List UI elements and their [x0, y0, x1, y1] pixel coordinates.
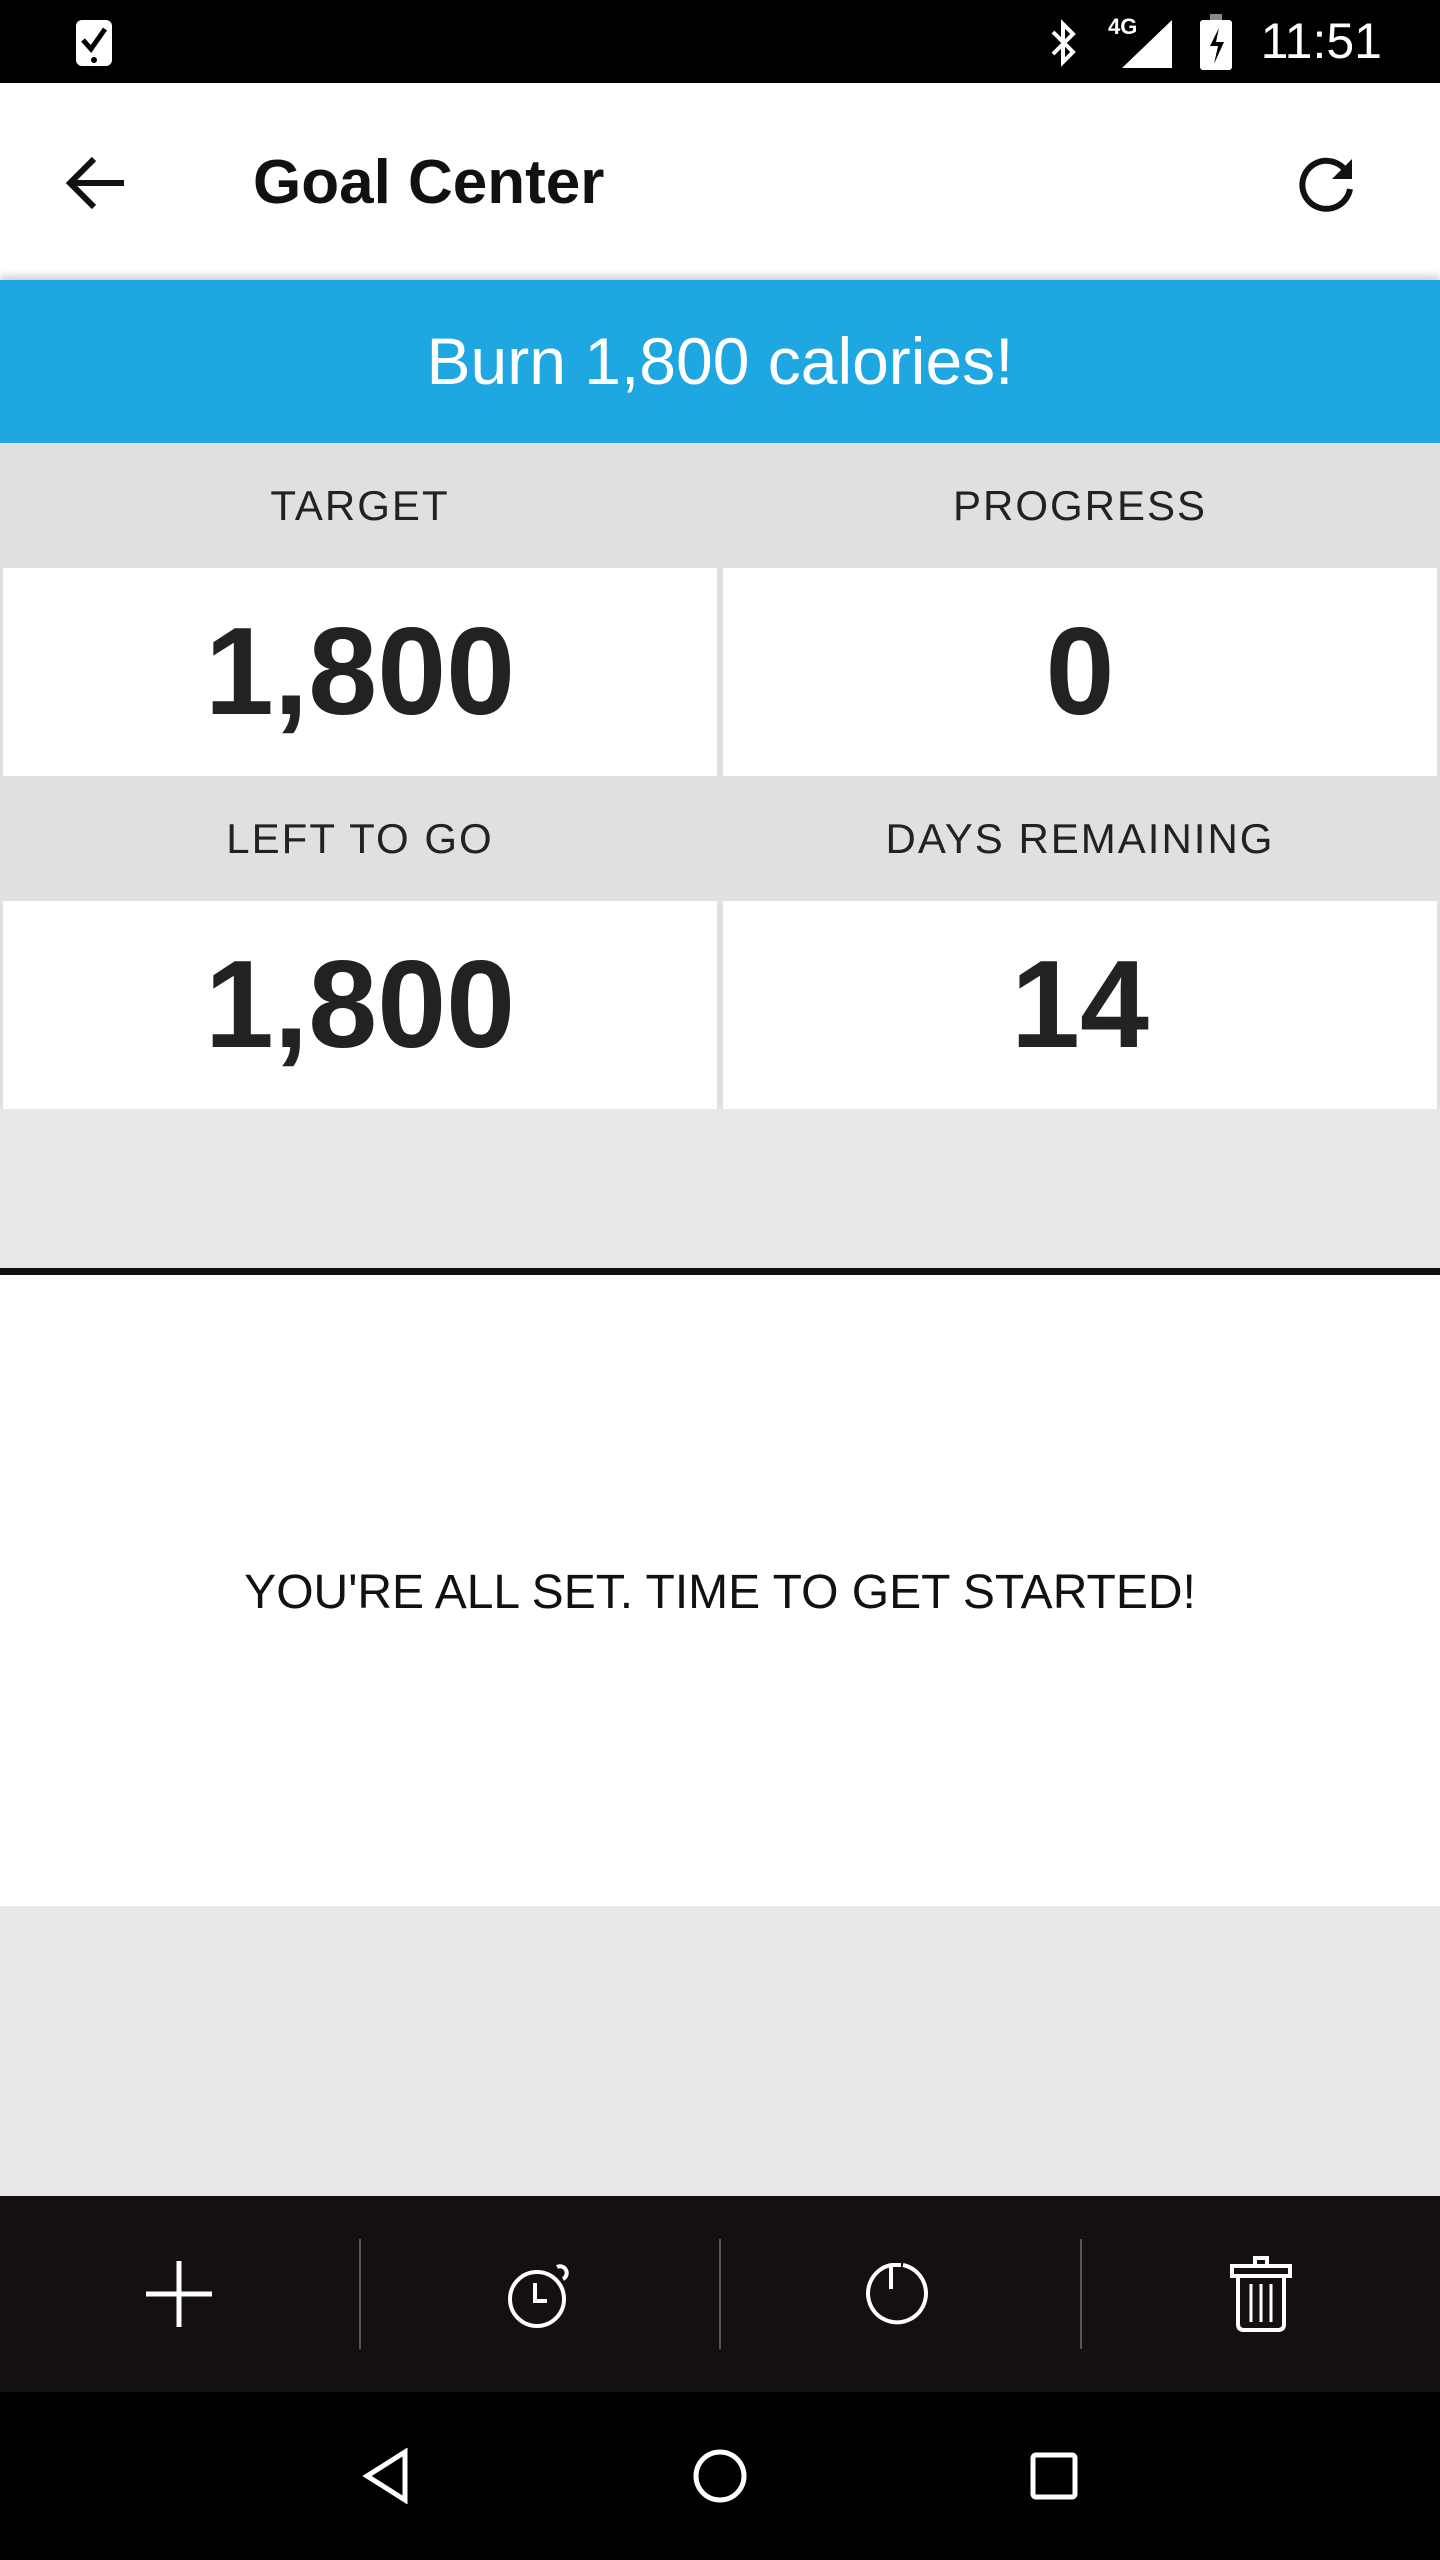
timer-icon: [507, 2264, 569, 2328]
target-value: 1,800: [3, 568, 717, 776]
delete-button[interactable]: [1082, 2196, 1440, 2392]
progress-label: PROGRESS: [952, 482, 1208, 529]
trash-icon: [1229, 2256, 1292, 2332]
recents-icon[interactable]: [1029, 2451, 1079, 2501]
activity-panel: YOU'RE ALL SET. TIME TO GET STARTED!: [0, 1275, 1440, 1906]
left-to-go-label: LEFT TO GO: [226, 815, 494, 862]
clock: 11:51: [1260, 13, 1382, 69]
page-title: Goal Center: [253, 148, 605, 217]
back-arrow-icon[interactable]: [64, 153, 128, 213]
reset-icon: [866, 2263, 929, 2325]
empty-state-message: YOU'RE ALL SET. TIME TO GET STARTED!: [244, 1566, 1196, 1619]
plus-icon: [146, 2261, 213, 2327]
left-to-go-value: 1,800: [3, 901, 717, 1109]
battery-charging-icon: [1200, 14, 1232, 70]
back-icon[interactable]: [361, 2448, 411, 2504]
navigation-bar: [0, 2392, 1440, 2560]
divider: [0, 1268, 1440, 1275]
target-label: TARGET: [270, 482, 450, 529]
bottom-toolbar: [0, 2196, 1440, 2392]
days-remaining-label: DAYS REMAINING: [885, 815, 1275, 862]
reset-button[interactable]: [721, 2196, 1080, 2392]
status-bar: 4G 11:51: [0, 0, 1440, 83]
add-button[interactable]: [0, 2196, 359, 2392]
days-remaining-value: 14: [723, 901, 1437, 1109]
task-check-icon: [76, 20, 112, 66]
bluetooth-icon: [1051, 19, 1076, 67]
goal-banner: Burn 1,800 calories!: [0, 280, 1440, 443]
stats-grid: TARGET PROGRESS 1,800 0 LEFT TO GO DAYS …: [0, 443, 1440, 1109]
signal-icon: [1122, 20, 1172, 68]
app-bar: Goal Center: [0, 83, 1440, 280]
home-icon[interactable]: [692, 2448, 748, 2504]
timer-button[interactable]: [361, 2196, 720, 2392]
progress-value: 0: [723, 568, 1437, 776]
refresh-icon[interactable]: [1296, 153, 1358, 215]
